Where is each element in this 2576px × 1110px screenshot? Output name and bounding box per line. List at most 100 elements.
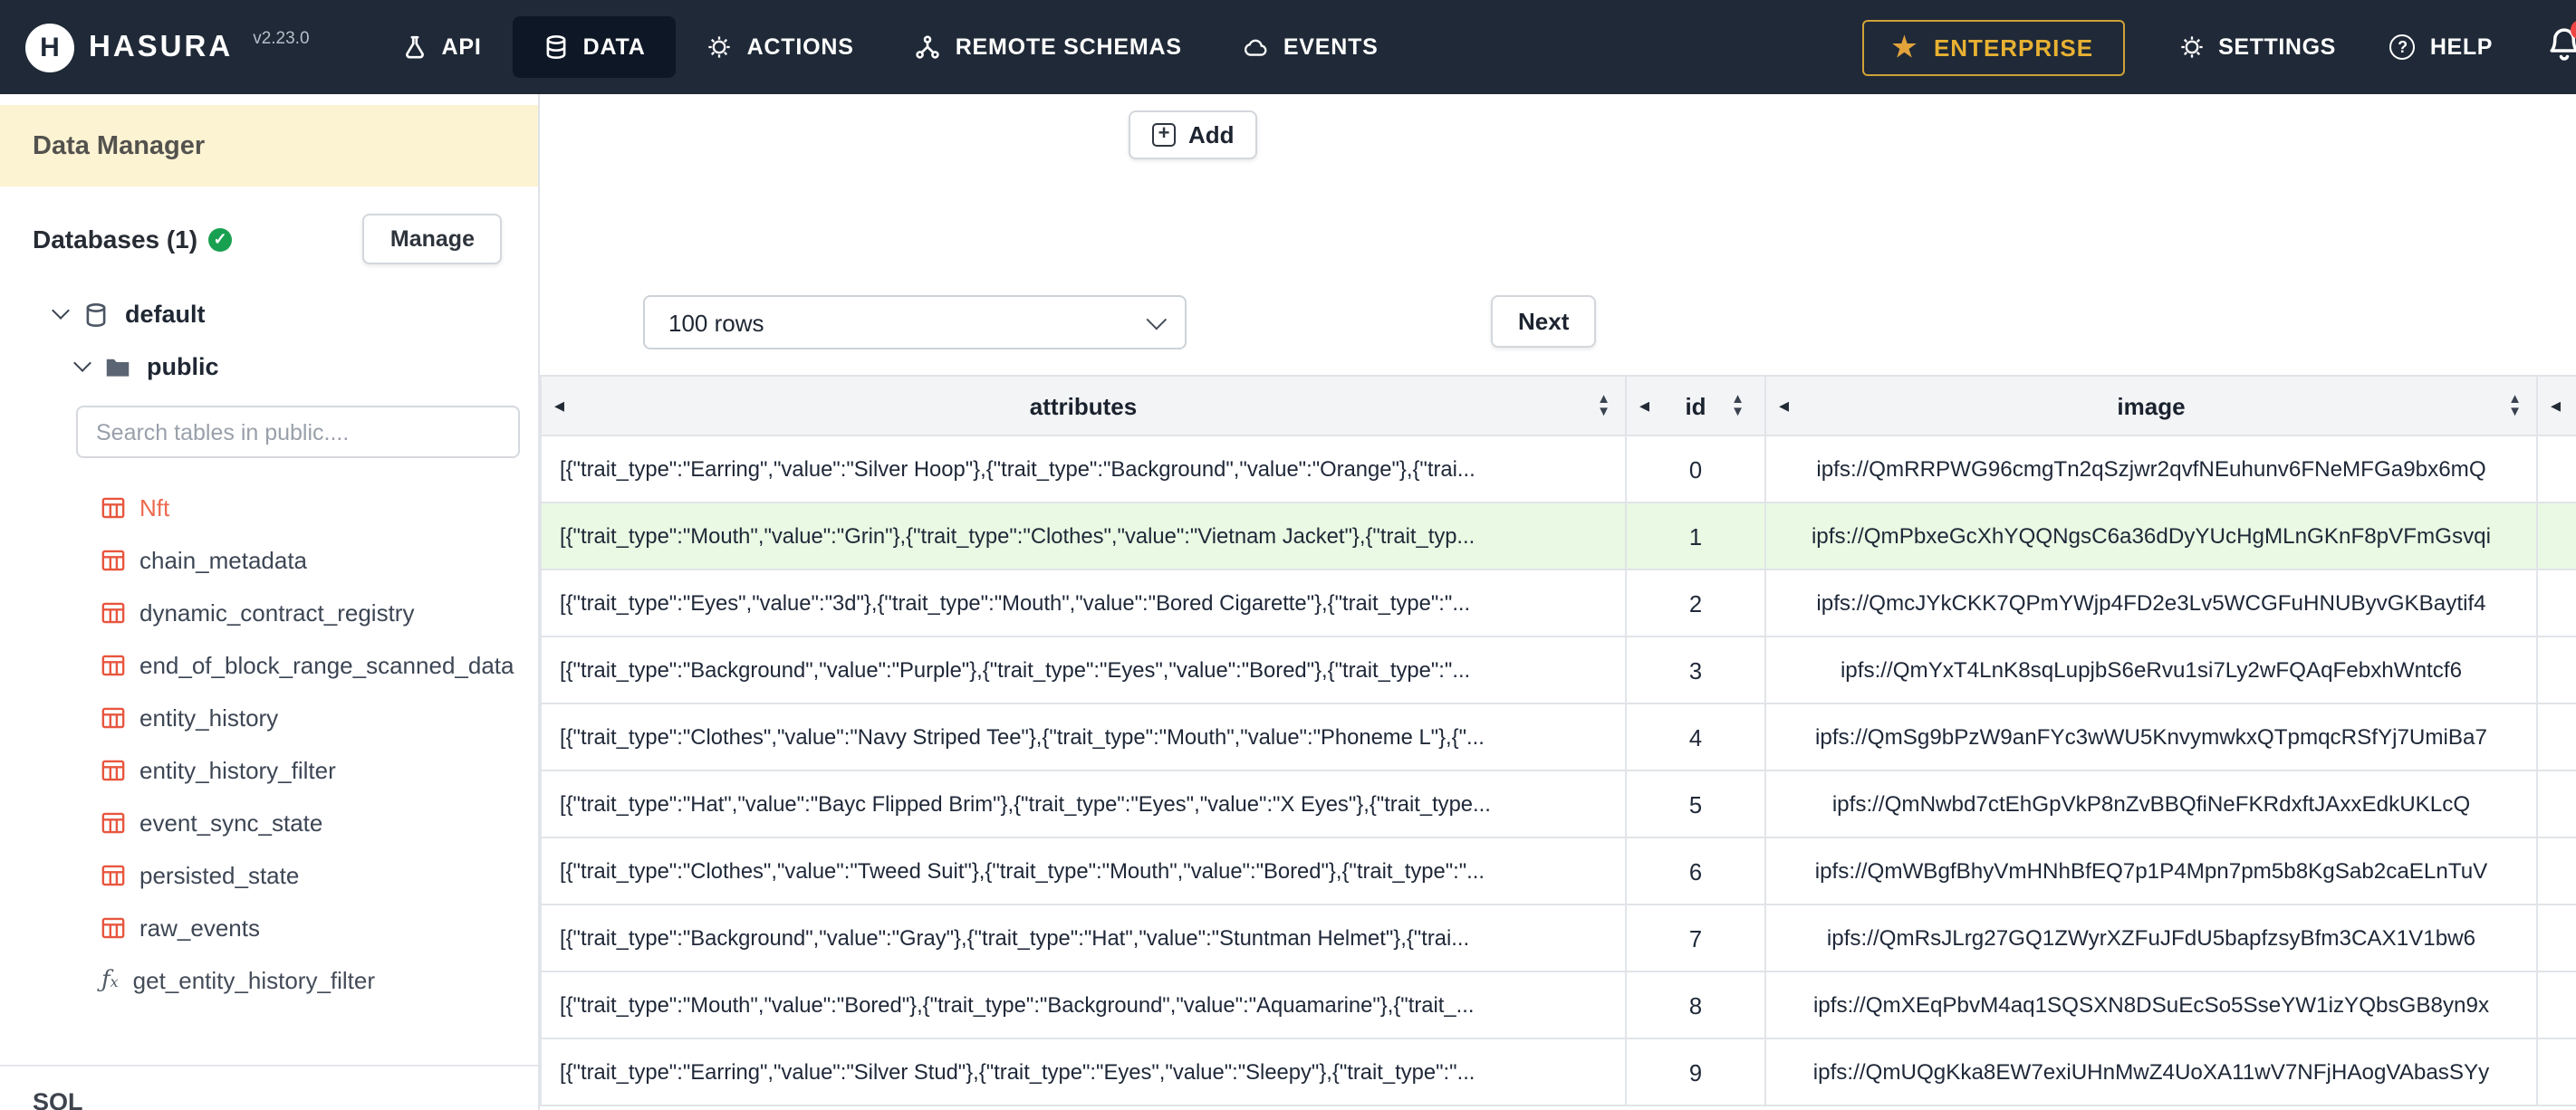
table-row[interactable]: [{"trait_type":"Earring","value":"Silver… bbox=[540, 435, 2576, 503]
sidebar-table-persisted-state[interactable]: persisted_state bbox=[0, 849, 538, 902]
tree-item-default-db[interactable]: default bbox=[0, 288, 538, 340]
table-row[interactable]: [{"trait_type":"Mouth","value":"Bored"},… bbox=[540, 971, 2576, 1039]
sort-icon[interactable]: ▲ ▼ bbox=[1597, 392, 1610, 417]
nav-data[interactable]: DATA bbox=[512, 16, 677, 78]
sidebar-table-raw-events[interactable]: raw_events bbox=[0, 902, 538, 954]
cell-id[interactable]: 0 bbox=[1625, 435, 1766, 503]
cell-id[interactable]: 3 bbox=[1625, 636, 1766, 704]
cell-id[interactable]: 8 bbox=[1625, 971, 1766, 1039]
table-row[interactable]: [{"trait_type":"Background","value":"Pur… bbox=[540, 636, 2576, 704]
cell-attributes[interactable]: [{"trait_type":"Eyes","value":"3d"},{"tr… bbox=[540, 569, 1627, 637]
cell-image[interactable]: ipfs://QmXEqPbvM4aq1SQSXN8DSuEcSo5SseYW1… bbox=[1764, 971, 2538, 1039]
rows-per-page-select[interactable]: 100 rows bbox=[643, 295, 1187, 349]
cell-partial bbox=[2536, 703, 2576, 771]
sidebar-table-end-of-block-range-scanned-data[interactable]: end_of_block_range_scanned_data bbox=[0, 639, 538, 692]
cell-image[interactable]: ipfs://QmNwbd7ctEhGpVkP8nZvBBQfiNeFKRdxf… bbox=[1764, 770, 2538, 838]
sidebar-table-event-sync-state[interactable]: event_sync_state bbox=[0, 797, 538, 849]
cell-image[interactable]: ipfs://QmRRPWG96cmgTn2qSzjwr2qvfNEuhunv6… bbox=[1764, 435, 2538, 503]
column-header-partial[interactable]: ◂ bbox=[2536, 375, 2576, 436]
nav-events[interactable]: EVENTS bbox=[1213, 16, 1409, 78]
manage-button[interactable]: Manage bbox=[362, 214, 502, 264]
cell-attributes[interactable]: [{"trait_type":"Earring","value":"Silver… bbox=[540, 1038, 1627, 1106]
cell-attributes[interactable]: [{"trait_type":"Mouth","value":"Grin"},{… bbox=[540, 502, 1627, 570]
cell-id[interactable]: 5 bbox=[1625, 770, 1766, 838]
cell-image[interactable]: ipfs://QmSg9bPzW9anFYc3wWU5KnvymwkxQTpmq… bbox=[1764, 703, 2538, 771]
nav-remote-schemas[interactable]: REMOTE SCHEMAS bbox=[885, 16, 1213, 78]
column-header-id[interactable]: ◂ id ▲ ▼ bbox=[1625, 375, 1766, 436]
sidebar-table-entity-history[interactable]: entity_history bbox=[0, 692, 538, 744]
cell-attributes[interactable]: [{"trait_type":"Background","value":"Pur… bbox=[540, 636, 1627, 704]
cell-image[interactable]: ipfs://QmRsJLrg27GQ1ZWyrXZFuJFdU5bapfzsy… bbox=[1764, 904, 2538, 972]
databases-label: Databases (1) ✓ bbox=[33, 225, 233, 254]
chevron-down-icon[interactable] bbox=[52, 301, 70, 320]
notifications-button[interactable] bbox=[2547, 20, 2576, 69]
cell-attributes[interactable]: [{"trait_type":"Clothes","value":"Tweed … bbox=[540, 837, 1627, 905]
hasura-logo-icon: H bbox=[25, 23, 74, 72]
table-row[interactable]: [{"trait_type":"Hat","value":"Bayc Flipp… bbox=[540, 770, 2576, 838]
table-name: persisted_state bbox=[139, 862, 300, 889]
table-search-input[interactable] bbox=[76, 406, 520, 458]
cell-attributes[interactable]: [{"trait_type":"Hat","value":"Bayc Flipp… bbox=[540, 770, 1627, 838]
sort-icon[interactable]: ▲ ▼ bbox=[2508, 392, 2522, 417]
sort-icon[interactable]: ▲ ▼ bbox=[1731, 392, 1745, 417]
next-page-button[interactable]: Next bbox=[1491, 295, 1597, 348]
cell-id[interactable]: 6 bbox=[1625, 837, 1766, 905]
cell-id[interactable]: 2 bbox=[1625, 569, 1766, 637]
settings-button[interactable]: SETTINGS bbox=[2178, 34, 2336, 60]
cell-attributes[interactable]: [{"trait_type":"Mouth","value":"Bored"},… bbox=[540, 971, 1627, 1039]
add-button-label: Add bbox=[1188, 121, 1235, 148]
table-name: chain_metadata bbox=[139, 547, 308, 574]
cell-id[interactable]: 4 bbox=[1625, 703, 1766, 771]
cell-partial bbox=[2536, 636, 2576, 704]
cell-id[interactable]: 1 bbox=[1625, 502, 1766, 570]
cell-id[interactable]: 7 bbox=[1625, 904, 1766, 972]
help-button[interactable]: ? HELP bbox=[2389, 34, 2493, 60]
table-row[interactable]: [{"trait_type":"Clothes","value":"Navy S… bbox=[540, 703, 2576, 771]
cell-attributes[interactable]: [{"trait_type":"Background","value":"Gra… bbox=[540, 904, 1627, 972]
caret-left-icon[interactable]: ◂ bbox=[1779, 394, 1789, 417]
table-name: end_of_block_range_scanned_data bbox=[139, 652, 514, 679]
cell-attributes[interactable]: [{"trait_type":"Clothes","value":"Navy S… bbox=[540, 703, 1627, 771]
sidebar-table-dynamic-contract-registry[interactable]: dynamic_contract_registry bbox=[0, 587, 538, 639]
cell-partial bbox=[2536, 837, 2576, 905]
database-icon bbox=[546, 34, 566, 60]
caret-left-icon[interactable]: ◂ bbox=[554, 394, 564, 417]
nav-api[interactable]: API bbox=[371, 16, 513, 78]
cell-partial bbox=[2536, 1038, 2576, 1106]
column-header-image[interactable]: ◂ image ▲ ▼ bbox=[1764, 375, 2538, 436]
table-row[interactable]: [{"trait_type":"Eyes","value":"3d"},{"tr… bbox=[540, 569, 2576, 637]
table-row[interactable]: [{"trait_type":"Clothes","value":"Tweed … bbox=[540, 837, 2576, 905]
caret-left-icon[interactable]: ◂ bbox=[2551, 394, 2561, 417]
hasura-console: H HASURA v2.23.0 API DATA ACTIONS REMOTE… bbox=[0, 0, 2576, 1110]
cell-image[interactable]: ipfs://QmUQgKka8EW7exiUHnMwZ4UoXA11wV7NF… bbox=[1764, 1038, 2538, 1106]
nav-actions[interactable]: ACTIONS bbox=[677, 16, 885, 78]
table-row[interactable]: [{"trait_type":"Earring","value":"Silver… bbox=[540, 1038, 2576, 1106]
cell-image[interactable]: ipfs://QmPbxeGcXhYQQNgsC6a36dDyYUcHgMLnG… bbox=[1764, 502, 2538, 570]
sidebar-table-entity-history-filter[interactable]: entity_history_filter bbox=[0, 744, 538, 797]
chevron-down-icon bbox=[1146, 309, 1168, 330]
caret-left-icon[interactable]: ◂ bbox=[1639, 394, 1649, 417]
table-row-highlighted[interactable]: [{"trait_type":"Mouth","value":"Grin"},{… bbox=[540, 502, 2576, 570]
cell-attributes[interactable]: [{"trait_type":"Earring","value":"Silver… bbox=[540, 435, 1627, 503]
cell-partial bbox=[2536, 971, 2576, 1039]
sidebar-function-get-entity-history-filter[interactable]: ƒx get_entity_history_filter bbox=[0, 954, 538, 1007]
sidebar-table-chain-metadata[interactable]: chain_metadata bbox=[0, 534, 538, 587]
table-row[interactable]: [{"trait_type":"Background","value":"Gra… bbox=[540, 904, 2576, 972]
tree-item-public-schema[interactable]: public bbox=[0, 340, 538, 393]
enterprise-button[interactable]: ★ ENTERPRISE bbox=[1861, 19, 2125, 75]
add-row-button[interactable]: + Add bbox=[1129, 110, 1258, 159]
cell-image[interactable]: ipfs://QmWBgfBhyVmHNhBfEQ7p1P4Mpn7pm5b8K… bbox=[1764, 837, 2538, 905]
cell-id[interactable]: 9 bbox=[1625, 1038, 1766, 1106]
table-icon bbox=[101, 917, 125, 939]
chevron-down-icon[interactable] bbox=[73, 354, 91, 372]
cell-image[interactable]: ipfs://QmcJYkCKK7QPmYWjp4FD2e3Lv5WCGFuHN… bbox=[1764, 569, 2538, 637]
column-header-attributes[interactable]: ◂ attributes ▲ ▼ bbox=[540, 375, 1627, 436]
data-table: ◂ attributes ▲ ▼ ◂ id ▲ ▼ ◂ image ▲ ▼ ◂ … bbox=[540, 375, 2576, 1106]
nav-events-label: EVENTS bbox=[1283, 34, 1379, 60]
table-name: entity_history_filter bbox=[139, 757, 336, 784]
sidebar-table-nft[interactable]: Nft bbox=[0, 482, 538, 534]
enterprise-label: ENTERPRISE bbox=[1933, 33, 2094, 61]
hasura-brand[interactable]: H HASURA v2.23.0 bbox=[25, 23, 310, 72]
cell-image[interactable]: ipfs://QmYxT4LnK8sqLupjbS6eRvu1si7Ly2wFQ… bbox=[1764, 636, 2538, 704]
function-name: get_entity_history_filter bbox=[132, 967, 376, 994]
